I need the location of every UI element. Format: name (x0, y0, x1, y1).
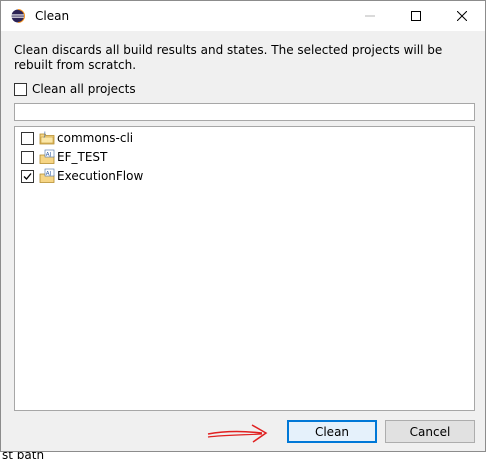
clean-all-checkbox[interactable]: Clean all projects (14, 82, 136, 96)
clean-dialog: Clean Clean discards all build results a… (0, 0, 486, 452)
background-text: st path (2, 452, 45, 459)
project-checkbox[interactable] (21, 169, 34, 183)
close-button[interactable] (439, 1, 485, 31)
svg-text:AJ: AJ (46, 152, 52, 158)
clean-all-label: Clean all projects (32, 82, 136, 96)
minimize-button[interactable] (347, 1, 393, 31)
maximize-button[interactable] (393, 1, 439, 31)
svg-text:J: J (43, 131, 46, 138)
window-title: Clean (35, 9, 70, 23)
checkmark-icon (23, 172, 32, 180)
title-bar: Clean (1, 1, 485, 31)
maximize-icon (411, 11, 421, 21)
eclipse-icon (11, 9, 25, 23)
list-item-commons-cli[interactable]: J commons-cli (21, 129, 133, 147)
project-name: EF_TEST (57, 150, 108, 164)
minimize-icon (365, 15, 375, 17)
java-project-icon: J (39, 131, 55, 145)
project-name: commons-cli (57, 131, 134, 145)
project-checkbox[interactable] (21, 150, 34, 164)
project-name: ExecutionFlow (57, 169, 144, 183)
dialog-description: Clean discards all build results and sta… (14, 43, 443, 72)
clean-button[interactable]: Clean (287, 420, 377, 443)
svg-text:AJ: AJ (46, 171, 52, 177)
red-arrow-annotation (207, 424, 268, 443)
project-filter-input[interactable] (14, 103, 475, 121)
list-item-ef-test[interactable]: AJ EF_TEST (21, 148, 107, 166)
aspectj-project-icon: AJ (39, 149, 55, 164)
project-checkbox[interactable] (21, 131, 34, 145)
aspectj-project-icon: AJ (39, 168, 55, 183)
close-icon (457, 11, 467, 21)
checkbox-box[interactable] (14, 82, 27, 96)
cancel-button[interactable]: Cancel (385, 420, 475, 443)
list-item-executionflow[interactable]: AJ ExecutionFlow (21, 167, 143, 185)
project-list[interactable]: J commons-cli AJ EF_TEST AJ ExecutionFlo… (14, 126, 475, 411)
